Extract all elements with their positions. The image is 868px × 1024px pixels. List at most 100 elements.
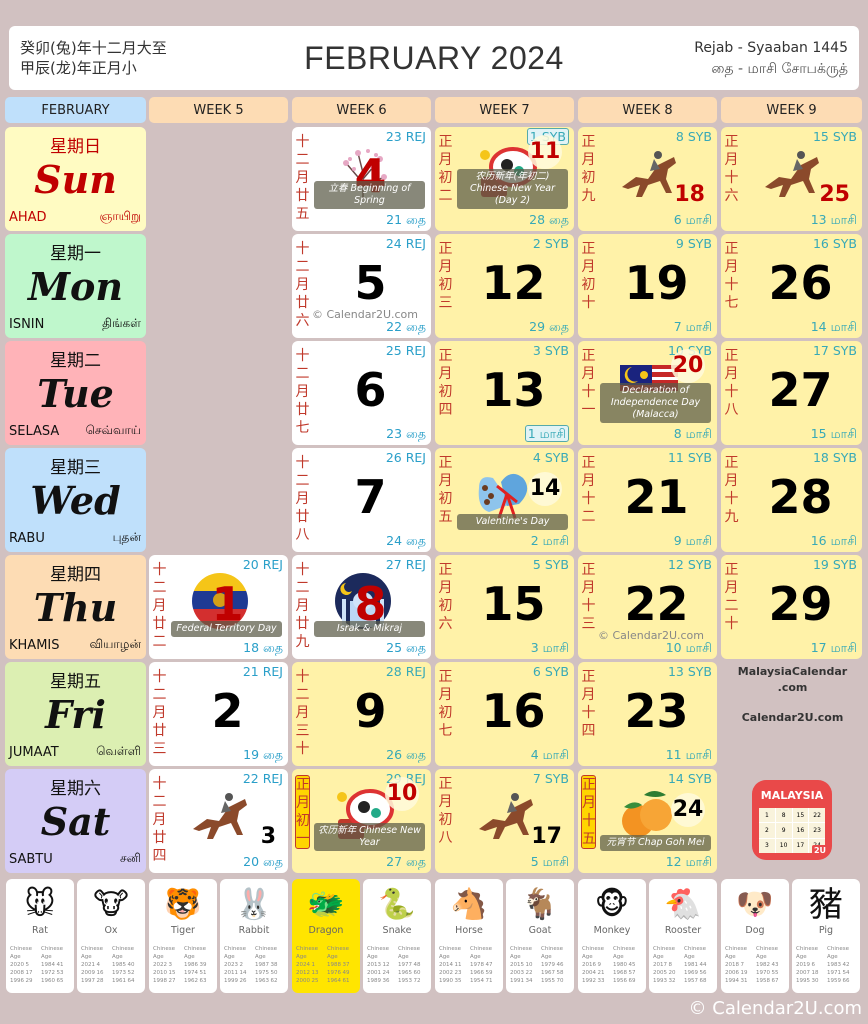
day-cell-14[interactable]: 正月初五 4 SYB 14 Valentine's Day 2 மாசி bbox=[435, 448, 574, 552]
zodiac-age-value: 5 bbox=[25, 962, 30, 968]
zodiac-age-value: 2018 bbox=[725, 962, 739, 968]
tamil-date-text: 22 தை bbox=[386, 319, 426, 334]
day-cell-2[interactable]: 十二月廿三 21 REJ 2 19 தை bbox=[149, 662, 288, 766]
zodiac-age-value: 23 bbox=[454, 970, 462, 976]
brand-line-1[interactable]: MalaysiaCalendar bbox=[722, 664, 863, 680]
zodiac-age-value: 1954 bbox=[470, 978, 484, 984]
zodiac-age-value: 1996 bbox=[10, 978, 24, 984]
zodiac-age-value: 1974 bbox=[184, 970, 198, 976]
hijri-date-text: 24 REJ bbox=[385, 236, 426, 251]
weekday-label-thu: 星期四 Thu KHAMIS வியாழன் bbox=[5, 555, 146, 659]
day-number: 17 bbox=[531, 824, 562, 849]
horse-icon: 🐴 bbox=[450, 887, 488, 922]
hijri-date: 2 SYB bbox=[533, 236, 569, 251]
weekday-chinese: 星期三 bbox=[50, 458, 101, 478]
tiger-icon: 🐯 bbox=[164, 887, 202, 922]
zodiac-age-value: 68 bbox=[699, 978, 707, 984]
zodiac-age-header: Chinese Age bbox=[153, 946, 175, 960]
day-cell-22[interactable]: 正月十三 12 SYB 22 © Calendar2U.com 10 மாசி bbox=[578, 555, 717, 659]
brand-line-3[interactable]: Calendar2U.com bbox=[722, 710, 863, 726]
tamil-date: 13 மாசி bbox=[811, 212, 857, 229]
zodiac-age-value: 2024 bbox=[296, 962, 310, 968]
zodiac-card-monkey: 🐵 Monkey Chinese Age Chinese Age 2016 9 198… bbox=[578, 879, 646, 993]
weekday-malay: KHAMIS bbox=[9, 638, 60, 653]
zodiac-age-row: 2018 7 1982 43 bbox=[725, 961, 787, 969]
zodiac-age-value: 1963 bbox=[255, 978, 269, 984]
day-cell-26[interactable]: 正月十七 16 SYB 26 14 மாசி bbox=[721, 234, 862, 338]
hijri-date: 24 REJ bbox=[386, 236, 426, 251]
hijri-date-text: 20 REJ bbox=[242, 557, 283, 572]
app-logo-grid-cell: 3 bbox=[759, 838, 775, 853]
app-logo-grid-cell: 15 bbox=[792, 808, 809, 823]
weekday-chinese: 星期六 bbox=[50, 779, 101, 799]
zodiac-age-value: 1985 bbox=[112, 962, 126, 968]
day-cell-13[interactable]: 正月初四 3 SYB 13 1 மாசி bbox=[435, 341, 574, 445]
zodiac-age-value: 9 bbox=[597, 962, 602, 968]
hijri-date: 7 SYB bbox=[533, 771, 569, 786]
day-number: 25 bbox=[819, 182, 850, 207]
tamil-date-text: 10 மாசி bbox=[665, 640, 712, 655]
zodiac-age-header: Chinese Age bbox=[439, 946, 461, 960]
zodiac-age-value: 3 bbox=[168, 962, 173, 968]
day-cell-7[interactable]: 十二月廿八 26 REJ 7 24 தை bbox=[292, 448, 431, 552]
day-cell-19[interactable]: 正月初十 9 SYB 19 7 மாசி bbox=[578, 234, 717, 338]
day-cell-11[interactable]: 正月初二1 SYB 11 农历新年(年初二) Chinese New Year (D… bbox=[435, 127, 574, 231]
snake-icon: 🐍 bbox=[378, 887, 416, 922]
day-cell-17[interactable]: 正月初八 7 SYB 17 5 மாசி bbox=[435, 769, 574, 873]
day-cell-12[interactable]: 正月初三 2 SYB 12 29 தை bbox=[435, 234, 574, 338]
zodiac-age-row: 2002 23 1966 59 bbox=[439, 969, 501, 977]
day-cell-16[interactable]: 正月初七 6 SYB 16 4 மாசி bbox=[435, 662, 574, 766]
zodiac-name: Tiger bbox=[171, 925, 195, 936]
day-cell-3[interactable]: 十二月廿四 22 REJ 3 20 தை bbox=[149, 769, 288, 873]
day-cell-25[interactable]: 正月十六 15 SYB 25 13 மாசி bbox=[721, 127, 862, 231]
day-cell-28[interactable]: 正月十九 18 SYB 28 16 மாசி bbox=[721, 448, 862, 552]
day-cell-24[interactable]: 正月十五 14 SYB 24 元宵节 Chap Goh Mei 12 மாசி bbox=[578, 769, 717, 873]
day-cell-10[interactable]: 正月初一29 REJ10农历新年 Chinese New Year27 தை bbox=[292, 769, 431, 873]
zodiac-age-value: 1984 bbox=[41, 962, 55, 968]
day-cell-1[interactable]: 十二月廿二 20 REJ 1 Federal Territory Day 18 தை bbox=[149, 555, 288, 659]
zodiac-age-value: 57 bbox=[628, 970, 636, 976]
event-label: Israk & Mikraj bbox=[314, 621, 425, 637]
zodiac-age-value: 10 bbox=[525, 962, 533, 968]
tamil-date-text: 17 மாசி bbox=[810, 640, 857, 655]
day-cell-5[interactable]: 十二月廿六 24 REJ 5 © Calendar2U.com 22 தை bbox=[292, 234, 431, 338]
zodiac-age-header: Chinese Age bbox=[653, 946, 675, 960]
zodiac-age-value: 1993 bbox=[653, 978, 667, 984]
tamil-date-text: 12 மாசி bbox=[665, 854, 712, 869]
zodiac-age-header: Chinese Age bbox=[827, 946, 849, 960]
zodiac-age-value: 2020 bbox=[10, 962, 24, 968]
hijri-date: 21 REJ bbox=[243, 664, 283, 679]
zodiac-age-value: 19 bbox=[740, 970, 748, 976]
day-number: 9 bbox=[354, 684, 387, 738]
app-logo-grid-cell: 9 bbox=[775, 823, 792, 838]
week-header: WEEK 9 bbox=[721, 97, 862, 123]
tamil-date-text: 5 மாசி bbox=[530, 854, 569, 869]
zodiac-age-row: 2015 10 1979 46 bbox=[510, 961, 572, 969]
zodiac-age-value: 1978 bbox=[470, 962, 484, 968]
day-cell-8[interactable]: 十二月廿九 27 REJ 8 Israk & Mikraj 25 தை bbox=[292, 555, 431, 659]
day-number: 22 bbox=[624, 577, 689, 631]
hijri-date: 8 SYB bbox=[676, 129, 712, 144]
day-cell-15[interactable]: 正月初六 5 SYB 15 3 மாசி bbox=[435, 555, 574, 659]
day-cell-18[interactable]: 正月初九 8 SYB 18 6 மாசி bbox=[578, 127, 717, 231]
zodiac-age-value: 2006 bbox=[725, 970, 739, 976]
tamil-date-text: 16 மாசி bbox=[810, 533, 857, 548]
malaysia-calendar-app-logo[interactable]: MALAYSIA 1815222916233101724 2U bbox=[752, 780, 832, 860]
zodiac-age-row: 1996 29 1960 65 bbox=[10, 977, 72, 985]
lunar-date: 正月十四 bbox=[581, 669, 596, 739]
zodiac-card-horse: 🐴 Horse Chinese Age Chinese Age 2014 11 197… bbox=[435, 879, 503, 993]
lunar-date: 正月初八 bbox=[438, 776, 453, 846]
zodiac-age-value: 2000 bbox=[296, 978, 310, 984]
day-cell-23[interactable]: 正月十四 13 SYB 23 11 மாசி bbox=[578, 662, 717, 766]
zodiac-age-value: 1960 bbox=[41, 978, 55, 984]
day-cell-21[interactable]: 正月十二 11 SYB 21 9 மாசி bbox=[578, 448, 717, 552]
day-cell-27[interactable]: 正月十八 17 SYB 27 15 மாசி bbox=[721, 341, 862, 445]
day-cell-6[interactable]: 十二月廿七 25 REJ 6 23 தை bbox=[292, 341, 431, 445]
zodiac-age-value: 4 bbox=[96, 962, 101, 968]
day-cell-20[interactable]: 正月十一 10 SYB 20 Declaration of Independence … bbox=[578, 341, 717, 445]
weekday-label-mon: 星期一 Mon ISNIN திங்கள் bbox=[5, 234, 146, 338]
day-cell-9[interactable]: 十二月三十 28 REJ 9 26 தை bbox=[292, 662, 431, 766]
day-cell-4[interactable]: 十二月廿五 23 REJ 4 立春 Beginning of Spring 21 தை bbox=[292, 127, 431, 231]
day-cell-29[interactable]: 正月二十 19 SYB 29 17 மாசி bbox=[721, 555, 862, 659]
copyright-text[interactable]: © Calendar2U.com bbox=[689, 998, 862, 1019]
